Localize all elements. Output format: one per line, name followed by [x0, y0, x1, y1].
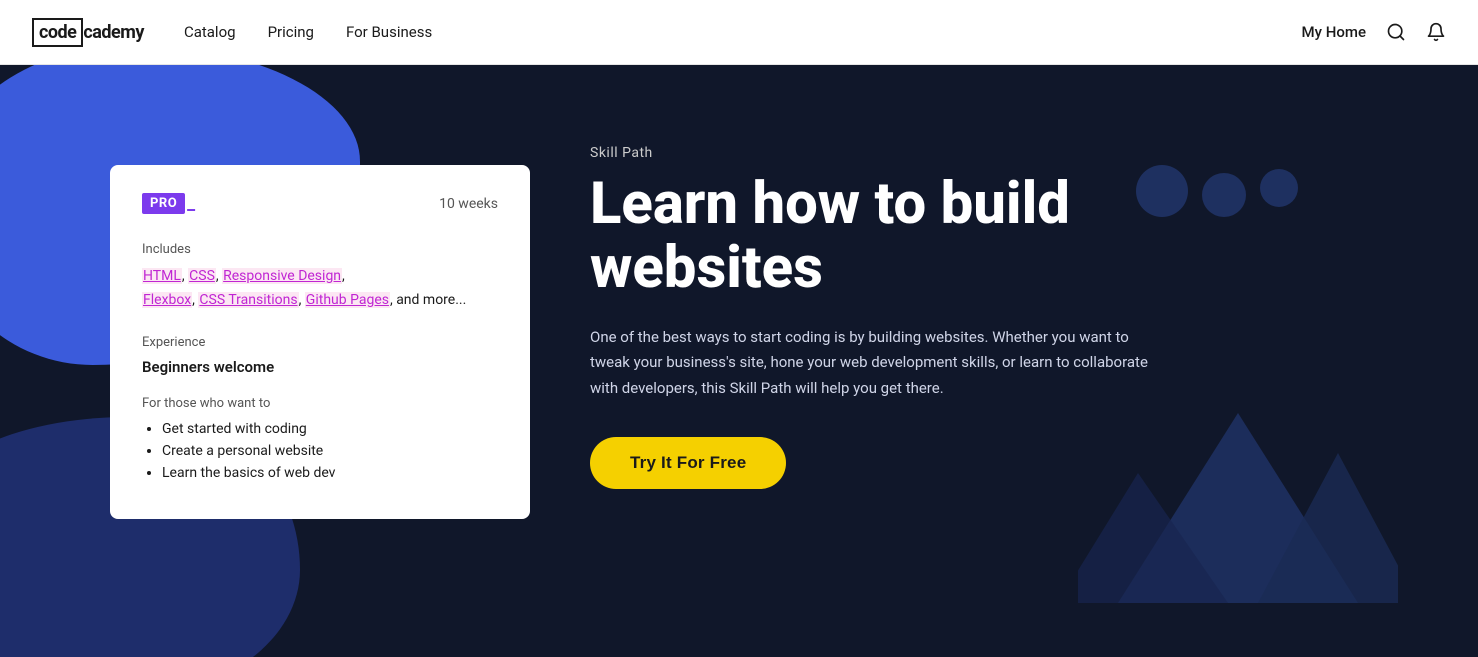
logo-code: code: [39, 22, 76, 43]
navbar: code cademy Catalog Pricing For Business…: [0, 0, 1478, 65]
skill-css[interactable]: CSS: [188, 268, 216, 284]
search-icon[interactable]: [1386, 22, 1406, 42]
my-home-link[interactable]: My Home: [1302, 23, 1366, 41]
skill-responsive-design[interactable]: Responsive Design: [222, 268, 342, 284]
hero-title-line1: Learn how to build: [590, 170, 1070, 238]
list-item: Create a personal website: [162, 443, 498, 459]
course-card: PRO _ 10 weeks Includes HTML, CSS, Respo…: [110, 165, 530, 519]
logo-academy: cademy: [83, 22, 144, 43]
pro-cursor: _: [187, 193, 195, 214]
hero-section: PRO _ 10 weeks Includes HTML, CSS, Respo…: [0, 65, 1478, 657]
list-item: Get started with coding: [162, 421, 498, 437]
cta-try-free-button[interactable]: Try It For Free: [590, 437, 786, 489]
logo[interactable]: code cademy: [32, 18, 144, 47]
skill-html[interactable]: HTML: [142, 268, 182, 284]
experience-label: Experience: [142, 335, 498, 350]
goals-list: Get started with coding Create a persona…: [142, 421, 498, 481]
skill-flexbox[interactable]: Flexbox: [142, 292, 192, 308]
skill-github-pages[interactable]: Github Pages: [305, 292, 390, 308]
hero-title-line2: websites: [590, 234, 823, 302]
pro-label-wrap: PRO _: [142, 193, 195, 214]
experience-section: Experience Beginners welcome: [142, 335, 498, 376]
hero-description: One of the best ways to start coding is …: [590, 325, 1150, 402]
skill-path-label: Skill Path: [590, 145, 1270, 161]
includes-section: Includes HTML, CSS, Responsive Design, F…: [142, 242, 498, 313]
pro-badge: PRO: [142, 193, 185, 214]
logo-box: code: [32, 18, 83, 47]
bell-icon[interactable]: [1426, 22, 1446, 42]
hero-title: Learn how to build websites: [590, 173, 1270, 301]
card-header: PRO _ 10 weeks: [142, 193, 498, 214]
nav-for-business[interactable]: For Business: [346, 23, 432, 41]
nav-catalog[interactable]: Catalog: [184, 23, 236, 41]
goals-section: For those who want to Get started with c…: [142, 396, 498, 481]
weeks-label: 10 weeks: [439, 196, 498, 212]
nav-pricing[interactable]: Pricing: [268, 23, 314, 41]
list-item: Learn the basics of web dev: [162, 465, 498, 481]
hero-content: Skill Path Learn how to build websites O…: [590, 145, 1270, 489]
experience-value: Beginners welcome: [142, 358, 498, 376]
nav-links: Catalog Pricing For Business: [184, 23, 1302, 41]
for-section-label: For those who want to: [142, 396, 498, 411]
nav-right: My Home: [1302, 22, 1446, 42]
skills-list: HTML, CSS, Responsive Design, Flexbox, C…: [142, 265, 498, 313]
includes-label: Includes: [142, 242, 498, 257]
skill-css-transitions[interactable]: CSS Transitions: [198, 292, 298, 308]
